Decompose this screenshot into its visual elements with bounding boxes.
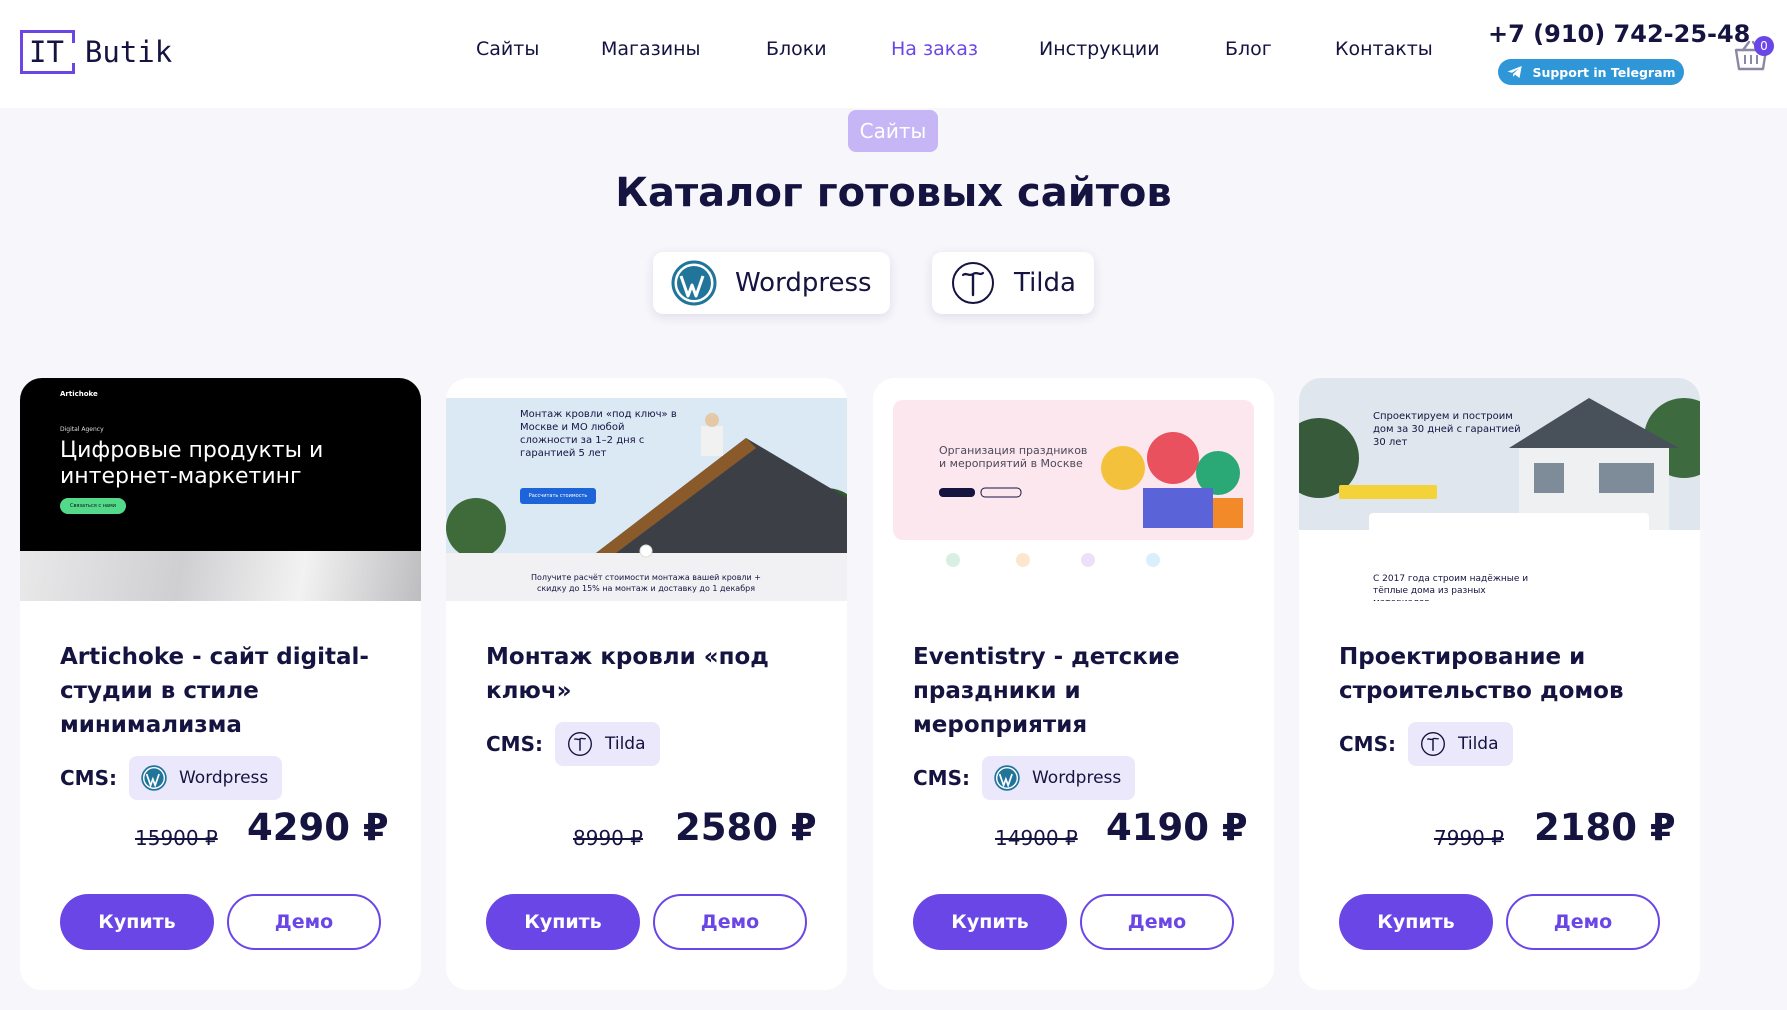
product-card: Монтаж кровли «под ключ» в Москве и МО л… (446, 378, 847, 990)
tilda-icon (568, 732, 592, 756)
cms-name: Tilda (604, 734, 646, 754)
cms-name: Tilda (1457, 734, 1499, 754)
telegram-support-button[interactable]: Support in Telegram (1498, 59, 1684, 85)
product-card: Организация праздников и мероприятий в М… (873, 378, 1274, 990)
demo-button[interactable]: Демо (1506, 894, 1660, 950)
preview-cta: Связаться с нами (60, 498, 126, 514)
preview-footer: Получите расчёт стоимости монтажа вашей … (531, 573, 761, 593)
preview-headline: Цифровые продукты и интернет-маркетинг (60, 438, 324, 489)
telegram-support-label: Support in Telegram (1532, 64, 1676, 80)
demo-button[interactable]: Демо (653, 894, 807, 950)
cart-count-badge: 0 (1754, 36, 1774, 56)
old-price: 14900 ₽ (995, 826, 1078, 850)
tilda-icon (1421, 732, 1445, 756)
phone-number[interactable]: +7 (910) 742-25-48 (1488, 20, 1750, 48)
nav-item-blocks[interactable]: Блоки (766, 38, 827, 60)
old-price: 15900 ₽ (135, 826, 218, 850)
cms-label: CMS: (486, 732, 543, 756)
preview-tagline: Digital Agency (60, 426, 104, 433)
cms-row: CMS: Wordpress (913, 756, 1136, 800)
wordpress-icon (671, 260, 717, 306)
product-title[interactable]: Eventistry - детские праздники и меропри… (913, 640, 1233, 742)
preview-brand: Artichoke (60, 390, 98, 398)
product-preview-image[interactable]: Монтаж кровли «под ключ» в Москве и МО л… (446, 378, 847, 601)
product-card: Artichoke Digital Agency Цифровые продук… (20, 378, 421, 990)
nav-item-custom[interactable]: На заказ (891, 38, 978, 60)
buy-button[interactable]: Купить (1339, 894, 1493, 950)
buy-button[interactable]: Купить (913, 894, 1067, 950)
section-tag: Сайты (848, 110, 938, 152)
cms-label: CMS: (1339, 732, 1396, 756)
cms-row: CMS: Tilda (486, 722, 660, 766)
cms-name: Wordpress (178, 768, 269, 788)
cms-chip: Wordpress (981, 756, 1136, 800)
logo-text: Butik (84, 35, 173, 69)
cms-chip: Tilda (1407, 722, 1513, 766)
product-card: Спроектируем и построим дом за 30 дней с… (1299, 378, 1700, 990)
preview-headline: Организация праздников и мероприятий в М… (939, 444, 1088, 470)
wordpress-icon (141, 765, 167, 791)
preview-cta: Рассчитать стоимость (520, 488, 596, 504)
cms-name: Wordpress (1031, 768, 1122, 788)
cms-chip: Wordpress (128, 756, 283, 800)
nav-item-contacts[interactable]: Контакты (1335, 38, 1433, 60)
demo-button[interactable]: Демо (227, 894, 381, 950)
preview-headline: Монтаж кровли «под ключ» в Москве и МО л… (520, 409, 677, 459)
cms-label: CMS: (913, 766, 970, 790)
filter-wordpress[interactable]: Wordpress (653, 252, 890, 314)
product-title[interactable]: Artichoke - сайт digital-студии в стиле … (60, 640, 380, 742)
product-preview-image[interactable]: Организация праздников и мероприятий в М… (873, 378, 1274, 601)
logo-left-text: IT (29, 35, 64, 69)
filter-wordpress-label: Wordpress (735, 268, 872, 298)
cms-chip: Tilda (554, 722, 660, 766)
preview-mockup-strip (20, 551, 421, 601)
preview-headline: Спроектируем и построим дом за 30 дней с… (1373, 411, 1521, 448)
filter-tilda[interactable]: Tilda (932, 252, 1094, 314)
page-title: Каталог готовых сайтов (615, 170, 1172, 216)
filter-tilda-label: Tilda (1014, 268, 1076, 298)
price: 2580 ₽ (675, 806, 817, 849)
buy-button[interactable]: Купить (486, 894, 640, 950)
cms-row: CMS: Wordpress (60, 756, 283, 800)
nav-item-shops[interactable]: Магазины (601, 38, 701, 60)
cms-row: CMS: Tilda (1339, 722, 1513, 766)
old-price: 8990 ₽ (573, 826, 643, 850)
price: 4190 ₽ (1106, 806, 1248, 849)
nav-item-sites[interactable]: Сайты (476, 38, 539, 60)
product-title[interactable]: Проектирование и строительство домов (1339, 640, 1659, 708)
logo[interactable]: IT Butik (20, 30, 172, 74)
wordpress-icon (994, 765, 1020, 791)
nav-item-blog[interactable]: Блог (1225, 38, 1272, 60)
product-preview-image[interactable]: Спроектируем и построим дом за 30 дней с… (1299, 378, 1700, 601)
buy-button[interactable]: Купить (60, 894, 214, 950)
product-preview-image[interactable]: Artichoke Digital Agency Цифровые продук… (20, 378, 421, 601)
cms-label: CMS: (60, 766, 117, 790)
price: 4290 ₽ (247, 806, 389, 849)
logo-mark: IT (20, 30, 75, 74)
site-header: IT Butik Сайты Магазины Блоки На заказ И… (0, 0, 1787, 108)
telegram-icon (1507, 66, 1523, 78)
product-title[interactable]: Монтаж кровли «под ключ» (486, 640, 806, 708)
old-price: 7990 ₽ (1434, 826, 1504, 850)
preview-footer: С 2017 года строим надёжные и тёплые дом… (1373, 574, 1529, 601)
preview-party-illustration (893, 400, 1254, 567)
nav-item-instructions[interactable]: Инструкции (1039, 38, 1160, 60)
tilda-icon (952, 262, 994, 304)
demo-button[interactable]: Демо (1080, 894, 1234, 950)
price: 2180 ₽ (1534, 806, 1676, 849)
